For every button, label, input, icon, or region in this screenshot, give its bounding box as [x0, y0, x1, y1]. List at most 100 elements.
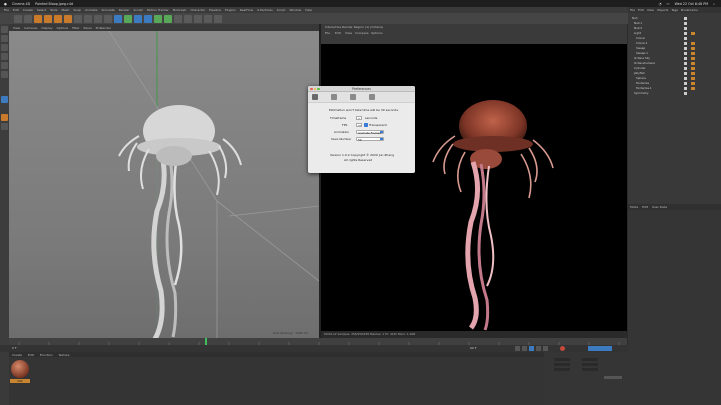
object-row[interactable]: Jellyfish — [630, 71, 719, 75]
jellyfish-model[interactable] — [118, 105, 242, 341]
menu-item[interactable]: Mesh — [61, 8, 69, 12]
object-row[interactable]: Null.1 — [630, 21, 719, 25]
menu-item[interactable]: RealFlow — [240, 8, 253, 12]
menu-item[interactable]: Create — [23, 8, 33, 12]
menu-item[interactable]: MoGraph — [173, 8, 187, 12]
object-row[interactable]: Octane Sky — [630, 56, 719, 60]
next-frame-icon[interactable] — [536, 346, 541, 351]
object-row[interactable]: Cloner — [630, 36, 719, 40]
fps-input[interactable]: 30 — [356, 122, 362, 127]
menu-item[interactable]: Edit — [13, 8, 19, 12]
rv-menu-edit[interactable]: Edit — [335, 31, 341, 35]
folder-tab-icon[interactable] — [350, 94, 356, 100]
camera-icon[interactable] — [204, 14, 212, 23]
menu-item[interactable]: Sculpt — [133, 8, 142, 12]
scene-icon[interactable] — [194, 14, 202, 23]
menu-item[interactable]: Plugins — [225, 8, 236, 12]
clock[interactable]: Wed 22 Oct 6:48 PM — [675, 2, 709, 6]
cube-icon[interactable] — [144, 14, 152, 23]
record-icon[interactable] — [560, 346, 565, 351]
object-row[interactable]: Tentacles.1 — [630, 86, 719, 90]
deformer-icon[interactable] — [184, 14, 192, 23]
menu-item[interactable]: Help — [305, 8, 312, 12]
om-tab[interactable]: Objects — [657, 8, 668, 12]
object-row[interactable]: Sweep — [630, 46, 719, 50]
info-tab-icon[interactable] — [369, 94, 375, 100]
viewport-menu-item[interactable]: Display — [41, 26, 52, 30]
object-row[interactable]: Sphere — [630, 76, 719, 80]
attr-tab[interactable]: Edit — [642, 205, 648, 209]
rv-menu-view[interactable]: View — [345, 31, 352, 35]
object-row[interactable]: Symmetry — [630, 91, 719, 95]
menu-item[interactable]: Window — [289, 8, 301, 12]
rv-menu-compare[interactable]: Compare — [355, 31, 369, 35]
attr-tab[interactable]: User Data — [652, 205, 667, 209]
keyframe-tools[interactable] — [588, 346, 612, 351]
om-tab[interactable]: Tags — [671, 8, 678, 12]
rv-menu-options[interactable]: Options — [371, 31, 383, 35]
menu-item[interactable]: Motion Tracker — [147, 8, 169, 12]
x-axis-icon[interactable] — [74, 14, 82, 23]
menu-item[interactable]: X-Particles — [257, 8, 273, 12]
light-icon[interactable] — [214, 14, 222, 23]
menu-item[interactable]: Character — [190, 8, 205, 12]
object-row[interactable]: Cylinder — [630, 66, 719, 70]
cloner-icon[interactable] — [174, 14, 182, 23]
menu-item[interactable]: Snap — [73, 8, 81, 12]
object-row[interactable]: Sweep.1 — [630, 51, 719, 55]
object-row[interactable]: Null — [630, 16, 719, 20]
y-axis-icon[interactable] — [84, 14, 92, 23]
coord-system-icon[interactable] — [104, 14, 112, 23]
viewport-menu-item[interactable]: Options — [57, 26, 69, 30]
mat-tab[interactable]: Texture — [59, 353, 70, 357]
mat-tab[interactable]: Function — [40, 353, 53, 357]
mat-tab[interactable]: Edit — [28, 353, 34, 357]
menu-item[interactable]: Render — [119, 8, 130, 12]
perspective-viewport[interactable]: Grid Spacing : 1000 cm — [9, 30, 320, 341]
menu-item[interactable]: Simulate — [102, 8, 115, 12]
render-icon[interactable] — [124, 14, 132, 23]
render-view-icon[interactable] — [114, 14, 122, 23]
select-icon[interactable] — [34, 14, 42, 23]
wifi-icon[interactable]: ◔ — [659, 2, 662, 6]
general-tab-icon[interactable] — [312, 94, 318, 100]
om-tab[interactable]: View — [647, 8, 654, 12]
animation-select[interactable]: Animate Frames — [356, 129, 384, 135]
menu-item[interactable]: Tools — [50, 8, 57, 12]
undo-icon[interactable] — [14, 14, 22, 23]
material-swatch[interactable] — [11, 360, 29, 378]
om-tab[interactable]: File — [630, 8, 635, 12]
object-row[interactable]: Cloner.1 — [630, 41, 719, 45]
mat-tab[interactable]: Create — [12, 353, 22, 357]
save-number-select[interactable]: 50 — [356, 136, 384, 142]
object-row[interactable]: OctaneCamera — [630, 61, 719, 65]
app-name[interactable]: Cinema 4D — [12, 2, 30, 6]
battery-icon[interactable]: ▭ — [667, 2, 670, 6]
goto-start-icon[interactable] — [515, 346, 520, 351]
render-tab-icon[interactable] — [331, 94, 337, 100]
menu-item[interactable]: Script — [277, 8, 286, 12]
polygons-mode-icon[interactable] — [1, 71, 8, 78]
viewport-menu-item[interactable]: Filter — [72, 26, 79, 30]
object-row[interactable]: Null.2 — [630, 26, 719, 30]
render-settings-icon[interactable] — [134, 14, 142, 23]
move-icon[interactable] — [44, 14, 52, 23]
material-name[interactable]: Mat — [10, 379, 30, 383]
object-row[interactable]: Light — [630, 31, 719, 35]
make-editable-icon[interactable] — [1, 26, 8, 33]
axis-icon[interactable] — [1, 123, 8, 130]
search-icon[interactable]: ⌕ — [713, 2, 715, 6]
viewport-menu-item[interactable]: Cameras — [24, 26, 37, 30]
apply-button[interactable] — [604, 376, 622, 379]
om-tab[interactable]: Bookmarks — [681, 8, 698, 12]
apple-icon[interactable]: ● — [4, 2, 7, 6]
model-mode-icon[interactable] — [1, 96, 8, 103]
playhead[interactable] — [205, 338, 207, 345]
attr-tab[interactable]: Mode — [630, 205, 638, 209]
end-frame[interactable]: 90 F — [470, 346, 477, 350]
edges-mode-icon[interactable] — [1, 62, 8, 69]
scale-icon[interactable] — [54, 14, 62, 23]
texture-mode-icon[interactable] — [1, 35, 8, 42]
points-mode-icon[interactable] — [1, 53, 8, 60]
redo-icon[interactable] — [24, 14, 32, 23]
